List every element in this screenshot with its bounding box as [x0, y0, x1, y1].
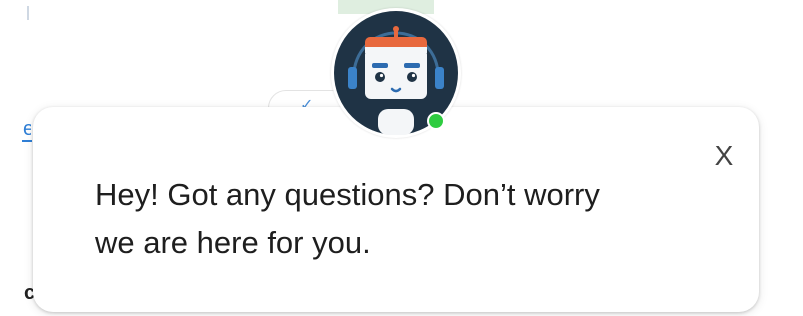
online-status-indicator	[427, 112, 445, 130]
close-button[interactable]: X	[711, 141, 737, 171]
background-link-fragment[interactable]: e	[23, 118, 31, 140]
greeting-message: Hey! Got any questions? Don’t worry we a…	[95, 171, 715, 267]
chatbot-avatar[interactable]	[331, 8, 461, 138]
background-link-underline	[22, 140, 32, 142]
greeting-message-line-1: Hey! Got any questions? Don’t worry	[95, 177, 600, 212]
background-divider	[27, 6, 29, 20]
page-stage: e c ✓ X Hey! Got any questions? Don’t wo…	[0, 0, 803, 316]
greeting-message-line-2: we are here for you.	[95, 225, 371, 260]
